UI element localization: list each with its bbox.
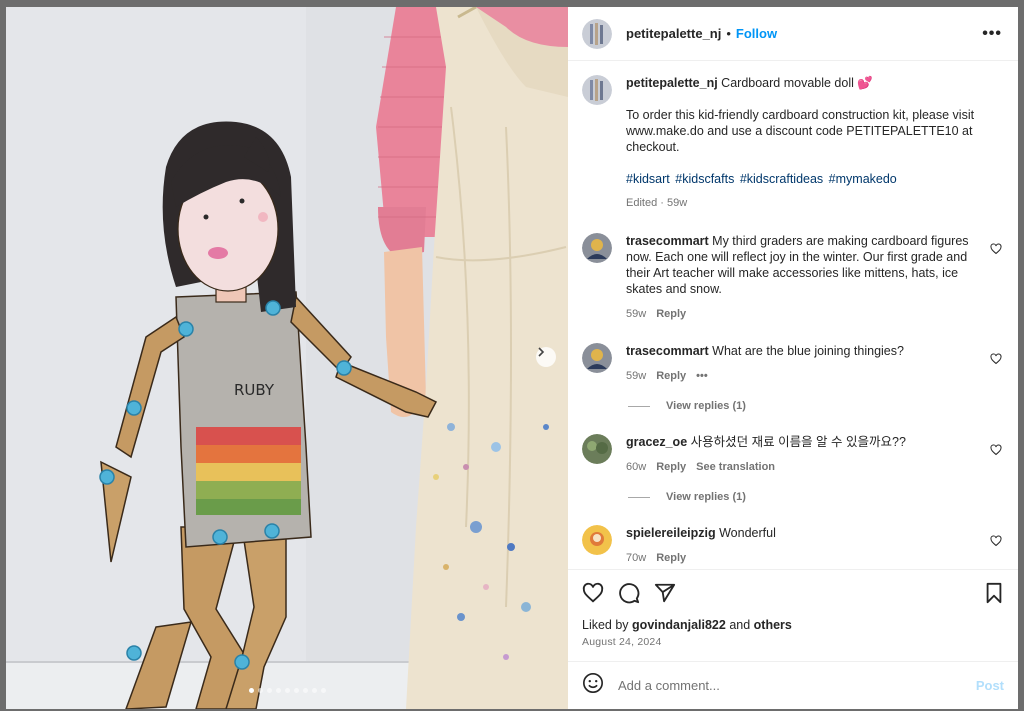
hashtag-link[interactable]: #kidscraftideas bbox=[740, 172, 823, 186]
commenter-avatar[interactable] bbox=[582, 343, 612, 373]
comment-item: gracez_oe 사용하셨던 재료 이름을 알 수 있을까요?? 60w Rep… bbox=[582, 434, 1002, 475]
post-header: petitepalette_nj • Follow ••• bbox=[568, 7, 1018, 61]
chevron-right-icon bbox=[538, 347, 545, 357]
comment-time: 59w bbox=[626, 308, 647, 320]
reply-button[interactable]: Reply bbox=[656, 552, 686, 564]
post-photo: RUBY bbox=[6, 7, 568, 709]
reply-button[interactable]: Reply bbox=[656, 308, 686, 320]
likes-summary: Liked by govindanjali822 and others bbox=[582, 618, 1004, 632]
emoji-icon[interactable] bbox=[582, 672, 604, 699]
carousel-dot bbox=[249, 688, 254, 693]
replies-divider-line bbox=[628, 496, 650, 498]
like-comment-heart-icon[interactable] bbox=[990, 535, 1002, 547]
comment-username[interactable]: gracez_oe bbox=[626, 435, 687, 449]
comment-time: 60w bbox=[626, 461, 647, 473]
carousel-dot bbox=[321, 688, 326, 693]
comment-text: Wonderful bbox=[719, 526, 776, 540]
post-media: RUBY bbox=[6, 7, 568, 709]
view-replies-button[interactable]: View replies (1) bbox=[628, 400, 1002, 412]
liked-by-user[interactable]: govindanjali822 bbox=[632, 618, 726, 632]
author-avatar[interactable] bbox=[582, 18, 612, 49]
comment-text: 사용하셨던 재료 이름을 알 수 있을까요?? bbox=[690, 435, 906, 449]
comment-username[interactable]: trasecommart bbox=[626, 234, 709, 248]
like-comment-heart-icon[interactable] bbox=[990, 353, 1002, 365]
add-comment-bar: Post bbox=[568, 661, 1018, 709]
like-comment-heart-icon[interactable] bbox=[990, 444, 1002, 456]
comment-item: spielereileipzig Wonderful 70w Reply bbox=[582, 525, 1002, 566]
see-translation-button[interactable]: See translation bbox=[696, 461, 775, 473]
replies-divider-line bbox=[628, 405, 650, 407]
post-comment-button[interactable]: Post bbox=[976, 678, 1004, 693]
comment-time: 59w bbox=[626, 370, 647, 382]
liked-by-and: and bbox=[729, 618, 751, 632]
carousel-dot bbox=[303, 688, 308, 693]
more-options-icon[interactable]: ••• bbox=[982, 25, 1002, 43]
post-actions: Liked by govindanjali822 and others Augu… bbox=[568, 569, 1018, 661]
commenter-avatar[interactable] bbox=[582, 434, 612, 464]
carousel-indicator bbox=[249, 688, 326, 693]
carousel-dot bbox=[276, 688, 281, 693]
view-replies-button[interactable]: View replies (1) bbox=[628, 491, 1002, 503]
edited-label: Edited · 59w bbox=[626, 197, 688, 209]
carousel-dot bbox=[267, 688, 272, 693]
comment-time: 70w bbox=[626, 552, 647, 564]
reply-button[interactable]: Reply bbox=[656, 370, 686, 382]
liked-by-prefix: Liked by bbox=[582, 618, 629, 632]
post-side-panel: petitepalette_nj • Follow ••• petitepale… bbox=[568, 7, 1018, 709]
commenter-avatar[interactable] bbox=[582, 233, 612, 263]
like-heart-icon[interactable] bbox=[582, 582, 604, 604]
view-replies-label: View replies (1) bbox=[666, 400, 746, 412]
post-modal: RUBY petitepalette_nj • Follow ••• petit… bbox=[6, 7, 1018, 709]
bookmark-icon[interactable] bbox=[984, 582, 1004, 604]
share-send-icon[interactable] bbox=[654, 582, 676, 604]
carousel-dot bbox=[294, 688, 299, 693]
commenter-avatar[interactable] bbox=[582, 525, 612, 555]
doll-name-text: RUBY bbox=[234, 381, 275, 399]
follow-button[interactable]: Follow bbox=[736, 26, 777, 41]
post-date: August 24, 2024 bbox=[582, 636, 662, 648]
comment-more-icon[interactable]: ••• bbox=[696, 370, 708, 382]
caption: petitepalette_nj Cardboard movable doll … bbox=[582, 75, 1002, 211]
view-replies-label: View replies (1) bbox=[666, 491, 746, 503]
author-avatar-small[interactable] bbox=[582, 75, 612, 105]
author-username[interactable]: petitepalette_nj bbox=[626, 26, 721, 41]
caption-username[interactable]: petitepalette_nj bbox=[626, 76, 718, 90]
comment-item: trasecommart What are the blue joining t… bbox=[582, 343, 1002, 384]
hashtag-link[interactable]: #mymakedo bbox=[829, 172, 897, 186]
comment-username[interactable]: trasecommart bbox=[626, 344, 709, 358]
comment-bubble-icon[interactable] bbox=[618, 582, 640, 604]
caption-hashtags: #kidsart #kidscfafts #kidscraftideas #my… bbox=[626, 171, 976, 187]
separator-dot: • bbox=[726, 26, 731, 41]
hashtag-link[interactable]: #kidscfafts bbox=[675, 172, 734, 186]
hashtag-link[interactable]: #kidsart bbox=[626, 172, 670, 186]
carousel-dot bbox=[285, 688, 290, 693]
comments-scroll[interactable]: petitepalette_nj Cardboard movable doll … bbox=[568, 61, 1018, 569]
like-comment-heart-icon[interactable] bbox=[990, 243, 1002, 255]
carousel-next-button[interactable] bbox=[536, 347, 556, 367]
caption-title: Cardboard movable doll bbox=[721, 76, 854, 90]
heart-emoji: 💕 bbox=[857, 76, 873, 90]
caption-body: To order this kid-friendly cardboard con… bbox=[626, 108, 975, 154]
comment-input[interactable] bbox=[618, 678, 976, 693]
comment-text: What are the blue joining thingies? bbox=[712, 344, 904, 358]
comment-username[interactable]: spielereileipzig bbox=[626, 526, 716, 540]
reply-button[interactable]: Reply bbox=[656, 461, 686, 473]
carousel-dot bbox=[258, 688, 263, 693]
comment-item: trasecommart My third graders are making… bbox=[582, 233, 1002, 322]
carousel-dot bbox=[312, 688, 317, 693]
liked-by-others[interactable]: others bbox=[754, 618, 792, 632]
